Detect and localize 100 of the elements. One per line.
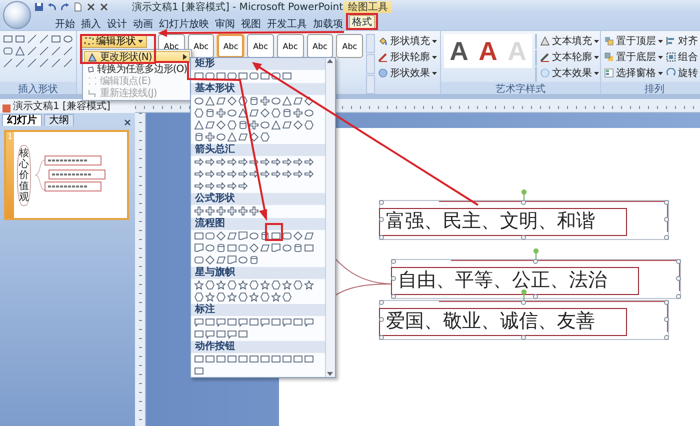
rectangle-icon[interactable]	[194, 71, 204, 81]
command-button[interactable]: 旋转	[666, 66, 700, 80]
plus-icon[interactable]	[194, 206, 204, 216]
rounded-rectangle-icon[interactable]	[205, 71, 215, 81]
diamond-icon[interactable]	[293, 120, 303, 130]
speech-bubble-icon[interactable]	[260, 317, 270, 327]
parallelogram-icon[interactable]	[238, 132, 248, 142]
rounded-rectangle-icon[interactable]	[205, 231, 215, 241]
star-icon[interactable]	[260, 280, 270, 290]
command-button[interactable]: 选择窗格	[604, 66, 663, 80]
rectangle-icon[interactable]	[227, 243, 237, 253]
cylinder-icon[interactable]	[194, 132, 204, 142]
rectangle-icon[interactable]	[271, 231, 281, 241]
line-icon[interactable]	[63, 46, 73, 56]
line-icon[interactable]	[39, 58, 49, 68]
rectangle-icon[interactable]	[238, 71, 248, 81]
diamond-icon[interactable]	[216, 231, 226, 241]
style-thumbnail[interactable]: Abc	[306, 34, 334, 58]
triangle-icon[interactable]	[238, 108, 248, 118]
parallelogram-icon[interactable]	[260, 243, 270, 253]
resize-handle[interactable]	[379, 217, 384, 222]
triangle-icon[interactable]	[15, 46, 25, 56]
parallelogram-icon[interactable]	[205, 120, 215, 130]
rectangle-icon[interactable]	[216, 71, 226, 81]
ribbon-tab[interactable]: 开发工具	[264, 17, 310, 30]
rectangle-icon[interactable]	[51, 34, 61, 44]
speech-bubble-icon[interactable]	[304, 317, 314, 327]
resize-handle[interactable]	[379, 235, 384, 240]
star-icon[interactable]	[216, 280, 226, 290]
line-icon[interactable]	[27, 34, 37, 44]
triangle-icon[interactable]	[194, 120, 204, 130]
diamond-icon[interactable]	[249, 243, 259, 253]
document-tab[interactable]: 演示文稿1 [兼容模式]	[0, 99, 135, 113]
ribbon-tab[interactable]: 格式	[349, 15, 375, 28]
resize-handle[interactable]	[664, 335, 669, 340]
rounded-rectangle-icon[interactable]	[3, 46, 13, 56]
plus-icon[interactable]	[260, 96, 270, 106]
line-icon[interactable]	[27, 58, 37, 68]
line-icon[interactable]	[39, 46, 49, 56]
menu-item[interactable]: 转换为任意多边形(O)	[84, 63, 190, 75]
resize-handle[interactable]	[521, 200, 526, 205]
hexagon-icon[interactable]	[238, 96, 248, 106]
rectangle-icon[interactable]	[194, 231, 204, 241]
cylinder-icon[interactable]	[282, 108, 292, 118]
line-icon[interactable]	[63, 58, 73, 68]
rotation-handle[interactable]	[521, 189, 527, 200]
cylinder-icon[interactable]	[249, 255, 259, 265]
rotation-handle[interactable]	[533, 248, 539, 259]
rotation-handle[interactable]	[521, 289, 527, 300]
parallelogram-icon[interactable]	[216, 255, 226, 265]
style-thumbnail[interactable]: Abc	[247, 34, 274, 58]
resize-handle[interactable]	[664, 200, 669, 205]
style-thumbnail[interactable]: Abc	[276, 34, 304, 58]
wordart-sample[interactable]: A	[475, 36, 501, 66]
wordart-sample[interactable]: A	[446, 36, 472, 66]
oval-icon[interactable]	[249, 231, 259, 241]
oval-icon[interactable]	[282, 243, 292, 253]
diamond-icon[interactable]	[227, 96, 237, 106]
diamond-icon[interactable]	[216, 120, 226, 130]
cylinder-icon[interactable]	[293, 243, 303, 253]
star-icon[interactable]	[205, 292, 215, 302]
triangle-icon[interactable]	[227, 132, 237, 142]
resize-handle[interactable]	[379, 335, 384, 340]
star-icon[interactable]	[282, 280, 292, 290]
command-button[interactable]: 对齐	[666, 34, 700, 48]
oval-icon[interactable]	[227, 108, 237, 118]
parallelogram-icon[interactable]	[249, 108, 259, 118]
resize-handle[interactable]	[664, 217, 669, 222]
rectangle-icon[interactable]	[304, 243, 314, 253]
document-icon[interactable]	[271, 243, 281, 253]
resize-handle[interactable]	[521, 235, 526, 240]
cross-icon[interactable]	[86, 2, 96, 12]
hexagon-icon[interactable]	[227, 120, 237, 130]
rounded-rectangle-icon[interactable]	[282, 231, 292, 241]
line-icon[interactable]	[27, 46, 37, 56]
resize-handle[interactable]	[379, 300, 384, 305]
line-icon[interactable]	[39, 34, 49, 44]
scroll-down-icon[interactable]	[326, 371, 334, 377]
resize-handle[interactable]	[379, 317, 384, 322]
document-icon[interactable]	[227, 255, 237, 265]
ribbon-tab[interactable]: 视图	[238, 17, 264, 30]
command-button[interactable]: 形状效果	[378, 66, 437, 80]
rounded-rectangle-icon[interactable]	[238, 243, 248, 253]
oval-icon[interactable]	[63, 34, 73, 44]
ribbon-tab[interactable]: 设计	[104, 17, 130, 30]
cylinder-icon[interactable]	[260, 231, 270, 241]
resize-handle[interactable]	[533, 294, 538, 299]
command-button[interactable]: 文本填充	[540, 34, 599, 48]
ribbon-tab[interactable]: 审阅	[212, 17, 238, 30]
rounded-rectangle-icon[interactable]	[271, 71, 281, 81]
resize-handle[interactable]	[391, 276, 396, 281]
command-button[interactable]: 文本轮廓	[540, 50, 599, 64]
resize-handle[interactable]	[391, 259, 396, 264]
command-button[interactable]: 形状轮廓	[378, 50, 437, 64]
resize-handle[interactable]	[391, 294, 396, 299]
line-icon[interactable]	[51, 58, 61, 68]
speech-bubble-icon[interactable]	[282, 317, 292, 327]
star-icon[interactable]	[194, 280, 204, 290]
rounded-rectangle-icon[interactable]	[249, 71, 259, 81]
parallelogram-icon[interactable]	[282, 120, 292, 130]
